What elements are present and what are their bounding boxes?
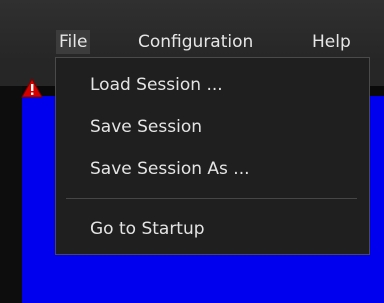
menu-separator	[66, 198, 357, 199]
menu-item-go-to-startup[interactable]: Go to Startup	[90, 216, 205, 242]
menu-bar: File Configuration Help	[0, 0, 384, 62]
menu-help[interactable]: Help	[312, 30, 351, 54]
menu-configuration[interactable]: Configuration	[138, 30, 253, 54]
warning-icon	[21, 78, 43, 98]
menu-item-save-session[interactable]: Save Session	[90, 114, 202, 140]
file-menu-dropdown: Load Session ... Save Session Save Sessi…	[55, 57, 370, 255]
menu-file[interactable]: File	[56, 30, 91, 54]
menu-item-save-session-as[interactable]: Save Session As ...	[90, 156, 250, 182]
left-panel	[0, 86, 22, 303]
menu-item-load-session[interactable]: Load Session ...	[90, 72, 223, 98]
